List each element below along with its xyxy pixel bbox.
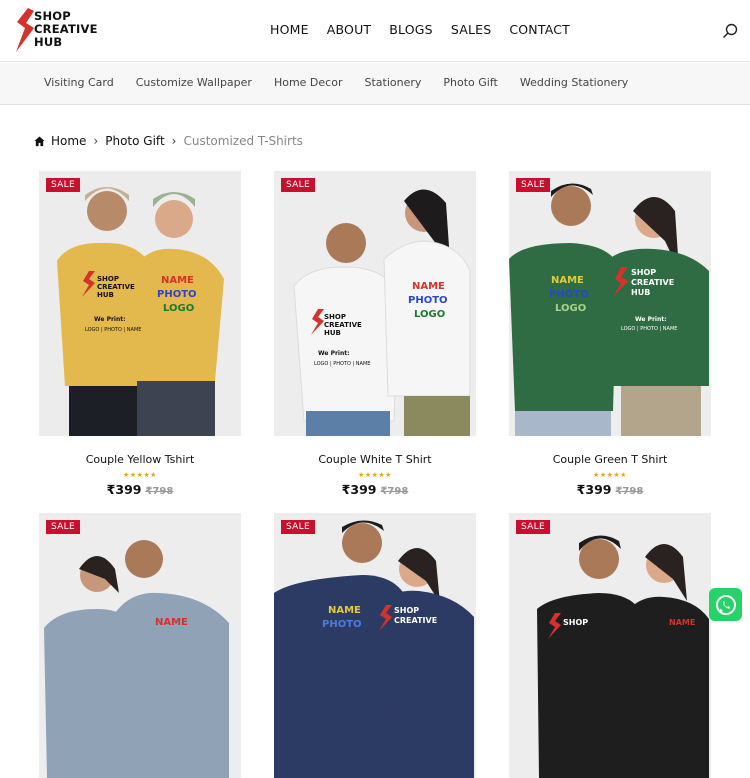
svg-text:LOGO | PHOTO | NAME: LOGO | PHOTO | NAME <box>621 326 677 332</box>
svg-text:We Print:: We Print: <box>318 350 350 357</box>
sale-badge: SALE <box>516 178 550 192</box>
svg-text:HUB: HUB <box>324 329 341 337</box>
svg-text:PHOTO: PHOTO <box>408 295 448 306</box>
svg-text:NAME: NAME <box>669 618 695 627</box>
old-price: ₹798 <box>145 486 174 497</box>
svg-text:CREATIVE: CREATIVE <box>631 278 674 287</box>
sale-badge: SALE <box>46 178 80 192</box>
product-image[interactable]: NAME SALE <box>39 513 241 778</box>
product-photo: SHOP CREATIVE HUB We Print: LOGO | PHOTO… <box>39 171 241 436</box>
rating-stars: ★★★★★ <box>358 471 392 479</box>
svg-text:SHOP: SHOP <box>394 606 419 615</box>
brand-logo[interactable]: SHOP CREATIVE HUB <box>14 8 104 54</box>
svg-text:LOGO: LOGO <box>555 303 586 314</box>
product-card[interactable]: SHOP CREATIVE HUB We Print: LOGO | PHOTO… <box>274 171 476 497</box>
svg-text:CREATIVE: CREATIVE <box>97 283 135 291</box>
search-icon[interactable] <box>722 23 738 39</box>
svg-text:PHOTO: PHOTO <box>322 619 362 630</box>
breadcrumb-current: Customized T-Shirts <box>183 134 303 148</box>
category-home-decor[interactable]: Home Decor <box>274 76 343 89</box>
product-photo: NAME PHOTO LOGO SHOP CREATIVE HUB We Pri… <box>509 171 711 436</box>
product-card[interactable]: SHOP CREATIVE HUB We Print: LOGO | PHOTO… <box>39 171 241 497</box>
svg-text:LOGO | PHOTO | NAME: LOGO | PHOTO | NAME <box>85 327 141 333</box>
home-icon[interactable] <box>34 135 45 147</box>
product-title[interactable]: Couple White T Shirt <box>274 453 476 466</box>
product-title[interactable]: Couple Green T Shirt <box>509 453 711 466</box>
svg-text:SHOP: SHOP <box>324 313 346 321</box>
product-card[interactable]: NAME PHOTO SHOP CREATIVE SALE <box>274 513 476 778</box>
svg-text:SHOP: SHOP <box>97 275 119 283</box>
sale-badge: SALE <box>46 520 80 534</box>
category-wedding-stationery[interactable]: Wedding Stationery <box>520 76 628 89</box>
svg-text:PHOTO: PHOTO <box>157 289 197 300</box>
sale-badge: SALE <box>281 178 315 192</box>
svg-text:CREATIVE: CREATIVE <box>394 616 437 625</box>
svg-text:PHOTO: PHOTO <box>549 289 589 300</box>
svg-text:LOGO: LOGO <box>163 303 194 314</box>
svg-text:CREATIVE: CREATIVE <box>324 321 362 329</box>
main-nav: HOME ABOUT BLOGS SALES CONTACT <box>270 22 588 37</box>
product-price: ₹399 ₹798 <box>576 482 644 497</box>
old-price: ₹798 <box>615 486 644 497</box>
svg-text:HUB: HUB <box>97 291 114 299</box>
nav-home[interactable]: HOME <box>270 22 309 37</box>
svg-text:We Print:: We Print: <box>635 316 667 323</box>
svg-text:NAME: NAME <box>412 281 445 292</box>
product-image[interactable]: SHOP CREATIVE HUB We Print: LOGO | PHOTO… <box>39 171 241 436</box>
breadcrumb-photo-gift[interactable]: Photo Gift <box>105 134 164 148</box>
whatsapp-button[interactable] <box>709 588 742 621</box>
svg-text:SHOP: SHOP <box>563 618 588 627</box>
site-header: SHOP CREATIVE HUB HOME ABOUT BLOGS SALES… <box>0 0 750 62</box>
product-card[interactable]: NAME PHOTO LOGO SHOP CREATIVE HUB We Pri… <box>509 171 711 497</box>
product-price: ₹399 ₹798 <box>106 482 174 497</box>
rating-stars: ★★★★★ <box>123 471 157 479</box>
product-image[interactable]: NAME PHOTO SHOP CREATIVE SALE <box>274 513 476 778</box>
brand-name: SHOP CREATIVE HUB <box>34 9 98 49</box>
svg-text:LOGO | PHOTO | NAME: LOGO | PHOTO | NAME <box>314 361 370 367</box>
product-photo: NAME <box>39 513 241 778</box>
product-photo: SHOP NAME <box>509 513 711 778</box>
svg-text:NAME: NAME <box>551 275 584 286</box>
svg-text:LOGO: LOGO <box>414 309 445 320</box>
svg-text:NAME: NAME <box>161 275 194 286</box>
whatsapp-icon <box>715 594 736 615</box>
product-image[interactable]: SHOP NAME SALE <box>509 513 711 778</box>
brand-mark-icon <box>16 8 34 52</box>
breadcrumb-separator: › <box>171 134 177 148</box>
category-stationery[interactable]: Stationery <box>364 76 421 89</box>
breadcrumb-separator: › <box>93 134 99 148</box>
svg-text:HUB: HUB <box>631 288 650 297</box>
svg-text:SHOP: SHOP <box>631 268 656 277</box>
svg-text:NAME: NAME <box>155 617 188 628</box>
category-customize-wallpaper[interactable]: Customize Wallpaper <box>136 76 252 89</box>
category-photo-gift[interactable]: Photo Gift <box>443 76 497 89</box>
nav-sales[interactable]: SALES <box>451 22 492 37</box>
product-card[interactable]: NAME SALE <box>39 513 241 778</box>
svg-text:We Print:: We Print: <box>94 316 126 323</box>
nav-contact[interactable]: CONTACT <box>509 22 570 37</box>
product-photo: NAME PHOTO SHOP CREATIVE <box>274 513 476 778</box>
svg-text:NAME: NAME <box>328 605 361 616</box>
breadcrumb: Home › Photo Gift › Customized T-Shirts <box>34 134 303 148</box>
sale-badge: SALE <box>281 520 315 534</box>
nav-blogs[interactable]: BLOGS <box>389 22 433 37</box>
product-image[interactable]: SHOP CREATIVE HUB We Print: LOGO | PHOTO… <box>274 171 476 436</box>
product-card[interactable]: SHOP NAME SALE <box>509 513 711 778</box>
category-nav: Visiting Card Customize Wallpaper Home D… <box>0 63 750 105</box>
category-visiting-card[interactable]: Visiting Card <box>44 76 114 89</box>
rating-stars: ★★★★★ <box>593 471 627 479</box>
breadcrumb-home[interactable]: Home <box>51 134 86 148</box>
nav-about[interactable]: ABOUT <box>327 22 372 37</box>
old-price: ₹798 <box>380 486 409 497</box>
shirt-right <box>135 248 224 381</box>
product-photo: SHOP CREATIVE HUB We Print: LOGO | PHOTO… <box>274 171 476 436</box>
sale-badge: SALE <box>516 520 550 534</box>
product-image[interactable]: NAME PHOTO LOGO SHOP CREATIVE HUB We Pri… <box>509 171 711 436</box>
product-price: ₹399 ₹798 <box>341 482 409 497</box>
product-title[interactable]: Couple Yellow Tshirt <box>39 453 241 466</box>
